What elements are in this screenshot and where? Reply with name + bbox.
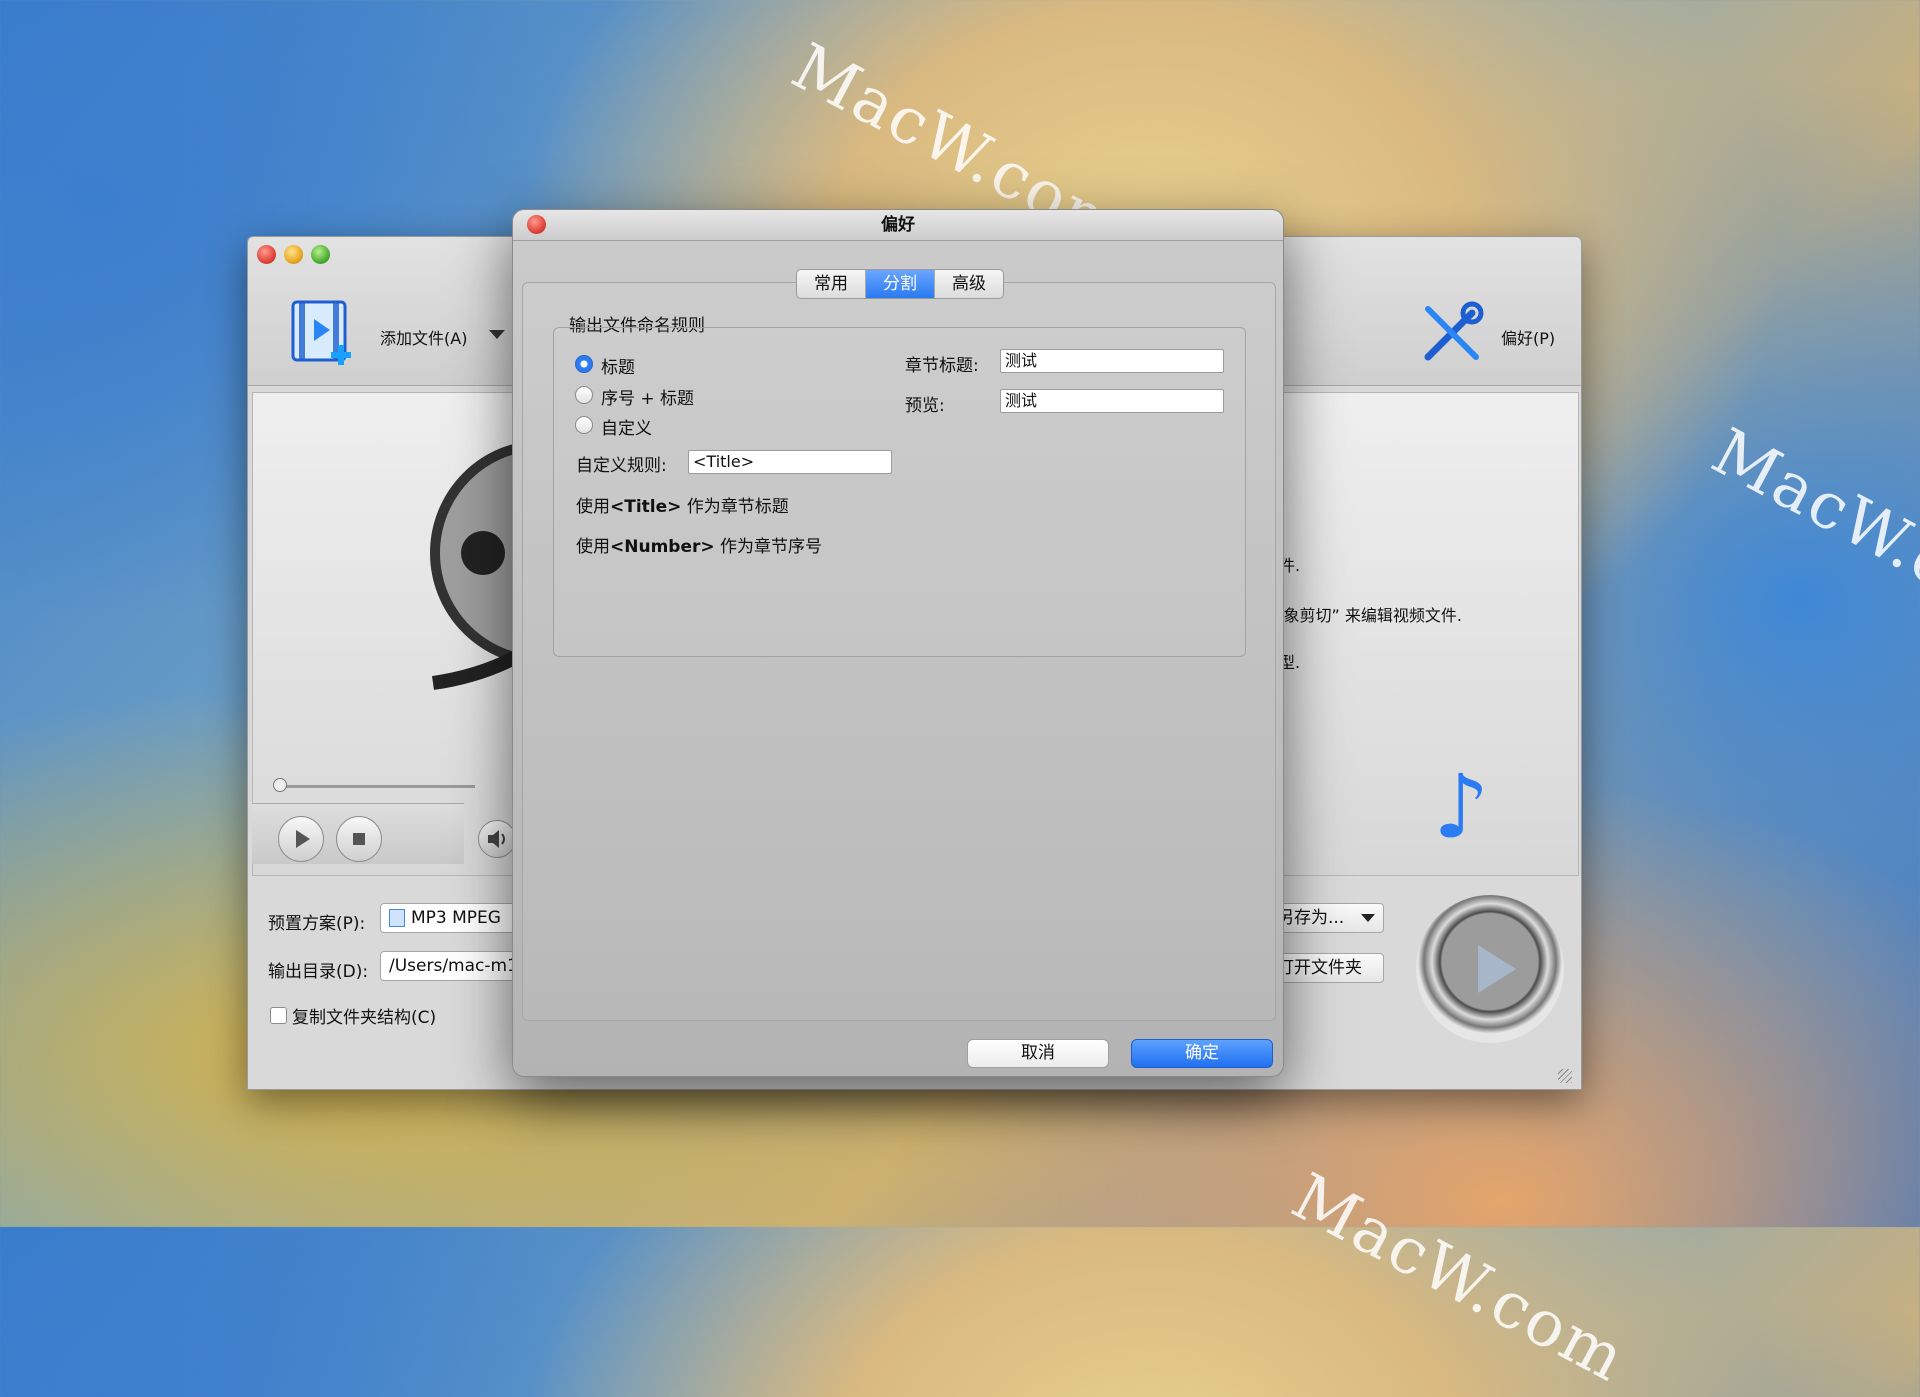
dialog-title: 偏好 (513, 210, 1283, 241)
watermark-bottom: MacW.com (1280, 1160, 1638, 1397)
stop-icon (353, 833, 365, 845)
cancel-button[interactable]: 取消 (967, 1039, 1109, 1068)
preset-select[interactable]: MP3 MPEG (380, 903, 520, 933)
preferences-icon[interactable] (1420, 299, 1486, 365)
output-dir-label: 输出目录(D): (268, 962, 369, 982)
close-window-button[interactable] (257, 245, 276, 264)
tab-bar: 常用 分割 高级 (796, 269, 1004, 299)
ok-button[interactable]: 确定 (1131, 1039, 1273, 1068)
preset-label: 预置方案(P): (268, 914, 366, 934)
custom-rule-input[interactable]: <Title> (688, 450, 892, 474)
preview-label: 预览: (905, 396, 945, 416)
output-dir-field[interactable]: /Users/mac-m1 (380, 951, 520, 981)
progress-track[interactable] (275, 785, 475, 788)
chevron-down-icon (1361, 914, 1375, 922)
play-icon (296, 830, 310, 848)
stop-button[interactable] (336, 816, 382, 862)
copy-structure-label[interactable]: 复制文件夹结构(C) (292, 1003, 436, 1028)
chapter-title-label: 章节标题: (905, 356, 979, 376)
radio-number-title-label[interactable]: 序号 + 标题 (601, 384, 694, 409)
chevron-down-icon[interactable] (489, 330, 505, 339)
custom-rule-label: 自定义规则: (576, 456, 667, 476)
hint-number-token: <Number> (610, 537, 715, 557)
add-file-button[interactable]: 添加文件(A) (380, 325, 467, 349)
dialog-close-button[interactable] (527, 215, 546, 234)
minimize-window-button[interactable] (284, 245, 303, 264)
radio-title-label[interactable]: 标题 (601, 353, 635, 378)
save-as-label: 另存为... (1277, 908, 1345, 928)
hint-number: 使用<Number> 作为章节序号 (576, 532, 822, 557)
hint-title-token: <Title> (610, 497, 682, 517)
chapter-title-input[interactable]: 测试 (1000, 349, 1224, 373)
progress-knob[interactable] (273, 778, 287, 792)
hint-number-suffix: 作为章节序号 (714, 537, 823, 557)
zoom-window-button[interactable] (311, 245, 330, 264)
copy-structure-checkbox[interactable] (270, 1007, 287, 1024)
convert-button[interactable] (1416, 895, 1564, 1043)
radio-custom[interactable] (575, 416, 593, 434)
save-as-select[interactable]: 另存为... (1268, 903, 1384, 933)
radio-custom-label[interactable]: 自定义 (601, 414, 652, 439)
hint-title: 使用<Title> 作为章节标题 (576, 492, 789, 517)
add-file-icon[interactable] (290, 299, 356, 369)
tab-advanced[interactable]: 高级 (935, 270, 1003, 298)
info-line-2: l象剪切” 来编辑视频文件. (1279, 606, 1462, 625)
hint-number-prefix: 使用 (576, 537, 610, 557)
preferences-button[interactable]: 偏好(P) (1501, 325, 1555, 349)
speaker-icon (488, 830, 505, 848)
resize-grip-icon[interactable] (1558, 1069, 1572, 1083)
music-note-icon: ♪ (1433, 755, 1490, 858)
open-folder-button[interactable]: 打开文件夹 (1268, 953, 1384, 983)
preset-value: MP3 MPEG (411, 908, 501, 928)
play-button[interactable] (278, 816, 324, 862)
preview-field: 测试 (1000, 389, 1224, 413)
volume-button[interactable] (478, 820, 516, 858)
tab-split[interactable]: 分割 (866, 270, 935, 298)
preset-file-icon (389, 909, 405, 927)
radio-title[interactable] (575, 355, 593, 373)
play-icon (1478, 945, 1516, 993)
tab-general[interactable]: 常用 (797, 270, 866, 298)
preferences-dialog: 偏好 常用 分割 高级 输出文件命名规则 标题 序号 + 标题 自定义 自定义规… (512, 209, 1284, 1077)
hint-title-suffix: 作为章节标题 (681, 497, 789, 517)
radio-number-title[interactable] (575, 386, 593, 404)
hint-title-prefix: 使用 (576, 497, 610, 517)
watermark-right: MacW.com (1700, 415, 1920, 652)
